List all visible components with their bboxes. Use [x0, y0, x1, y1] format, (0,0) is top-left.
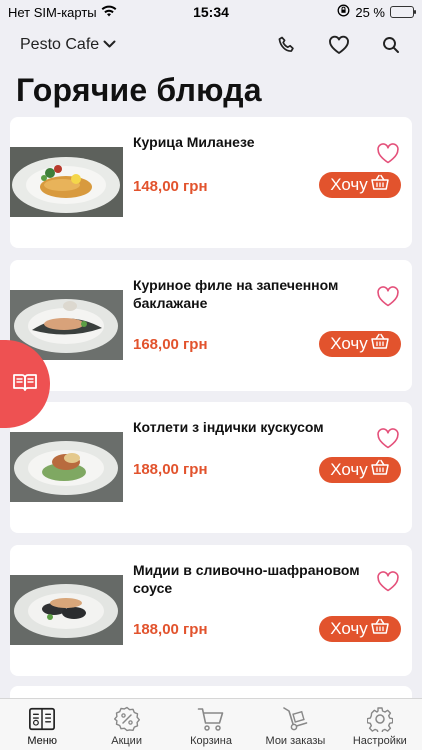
carrier-text: Нет SIM-карты — [8, 4, 97, 20]
dish-card[interactable]: Котлети з індички кускусом 188,00 грн Хо… — [10, 402, 412, 533]
dish-card[interactable]: Куриное филе на запеченном баклажане 168… — [10, 260, 412, 391]
dish-name: Курица Миланезе — [133, 134, 255, 150]
heart-icon[interactable] — [376, 571, 400, 593]
cart-icon — [197, 705, 225, 733]
add-button-label: Хочу — [330, 334, 368, 353]
tab-label: Акции — [111, 735, 142, 747]
phone-icon[interactable] — [276, 34, 298, 56]
dish-price: 188,00 грн — [133, 461, 208, 478]
add-to-cart-button[interactable]: Хочу — [319, 457, 401, 483]
restaurant-selector[interactable]: Pesto Cafe — [20, 36, 116, 54]
dish-photo — [10, 432, 123, 502]
tab-label: Мои заказы — [265, 735, 326, 747]
heart-icon[interactable] — [376, 143, 400, 165]
tab-label: Корзина — [190, 735, 232, 747]
tab-cart[interactable]: Корзина — [169, 699, 253, 750]
dish-photo — [10, 147, 123, 217]
dish-price: 168,00 грн — [133, 336, 208, 353]
favorites-heart-icon[interactable] — [328, 34, 350, 56]
add-to-cart-button[interactable]: Хочу — [319, 331, 401, 357]
heart-icon[interactable] — [376, 428, 400, 450]
dish-price: 148,00 грн — [133, 178, 208, 195]
status-bar: Нет SIM-карты 15:34 25 % — [0, 0, 422, 24]
basket-icon — [370, 174, 390, 196]
status-right: 25 % — [337, 4, 416, 20]
orientation-lock-icon — [337, 4, 350, 20]
restaurant-name: Pesto Cafe — [20, 36, 100, 53]
nav-bar: Pesto Cafe — [0, 28, 422, 62]
battery-icon — [390, 6, 416, 18]
wifi-icon — [101, 5, 117, 20]
tab-my-orders[interactable]: Мои заказы — [253, 699, 337, 750]
menu-book-icon — [28, 705, 56, 733]
nav-actions — [276, 34, 402, 56]
search-icon[interactable] — [380, 34, 402, 56]
page-title: Горячие блюда — [16, 72, 262, 108]
discount-gear-icon — [113, 705, 141, 733]
basket-icon — [370, 333, 390, 355]
hand-truck-icon — [281, 705, 309, 733]
battery-percent: 25 % — [355, 4, 385, 20]
dish-name: Мидии в сливочно-шафрановом соусе — [133, 562, 360, 596]
dish-card[interactable]: Мидии в сливочно-шафрановом соусе 188,00… — [10, 545, 412, 676]
tab-label: Настройки — [352, 735, 407, 747]
dish-photo — [10, 575, 123, 645]
dish-name: Куриное филе на запеченном баклажане — [133, 277, 339, 311]
add-button-label: Хочу — [330, 619, 368, 638]
heart-icon[interactable] — [376, 286, 400, 308]
chevron-down-icon — [103, 36, 116, 54]
status-left: Нет SIM-карты — [8, 5, 117, 20]
add-to-cart-button[interactable]: Хочу — [319, 172, 401, 198]
dish-price: 188,00 грн — [133, 621, 208, 638]
tab-settings[interactable]: Настройки — [338, 699, 422, 750]
add-button-label: Хочу — [330, 460, 368, 479]
tab-menu[interactable]: Меню — [0, 699, 84, 750]
dish-card[interactable]: Курица Миланезе 148,00 грн Хочу — [10, 117, 412, 248]
settings-gear-icon — [366, 705, 394, 733]
add-button-label: Хочу — [330, 175, 368, 194]
basket-icon — [370, 618, 390, 640]
tab-promotions[interactable]: Акции — [84, 699, 168, 750]
tab-label: Меню — [27, 735, 58, 747]
basket-icon — [370, 459, 390, 481]
dish-name: Котлети з індички кускусом — [133, 419, 324, 435]
add-to-cart-button[interactable]: Хочу — [319, 616, 401, 642]
open-book-icon — [12, 372, 38, 397]
bottom-tab-bar: Меню Акции Корзина Мои заказы Настройки — [0, 698, 422, 750]
